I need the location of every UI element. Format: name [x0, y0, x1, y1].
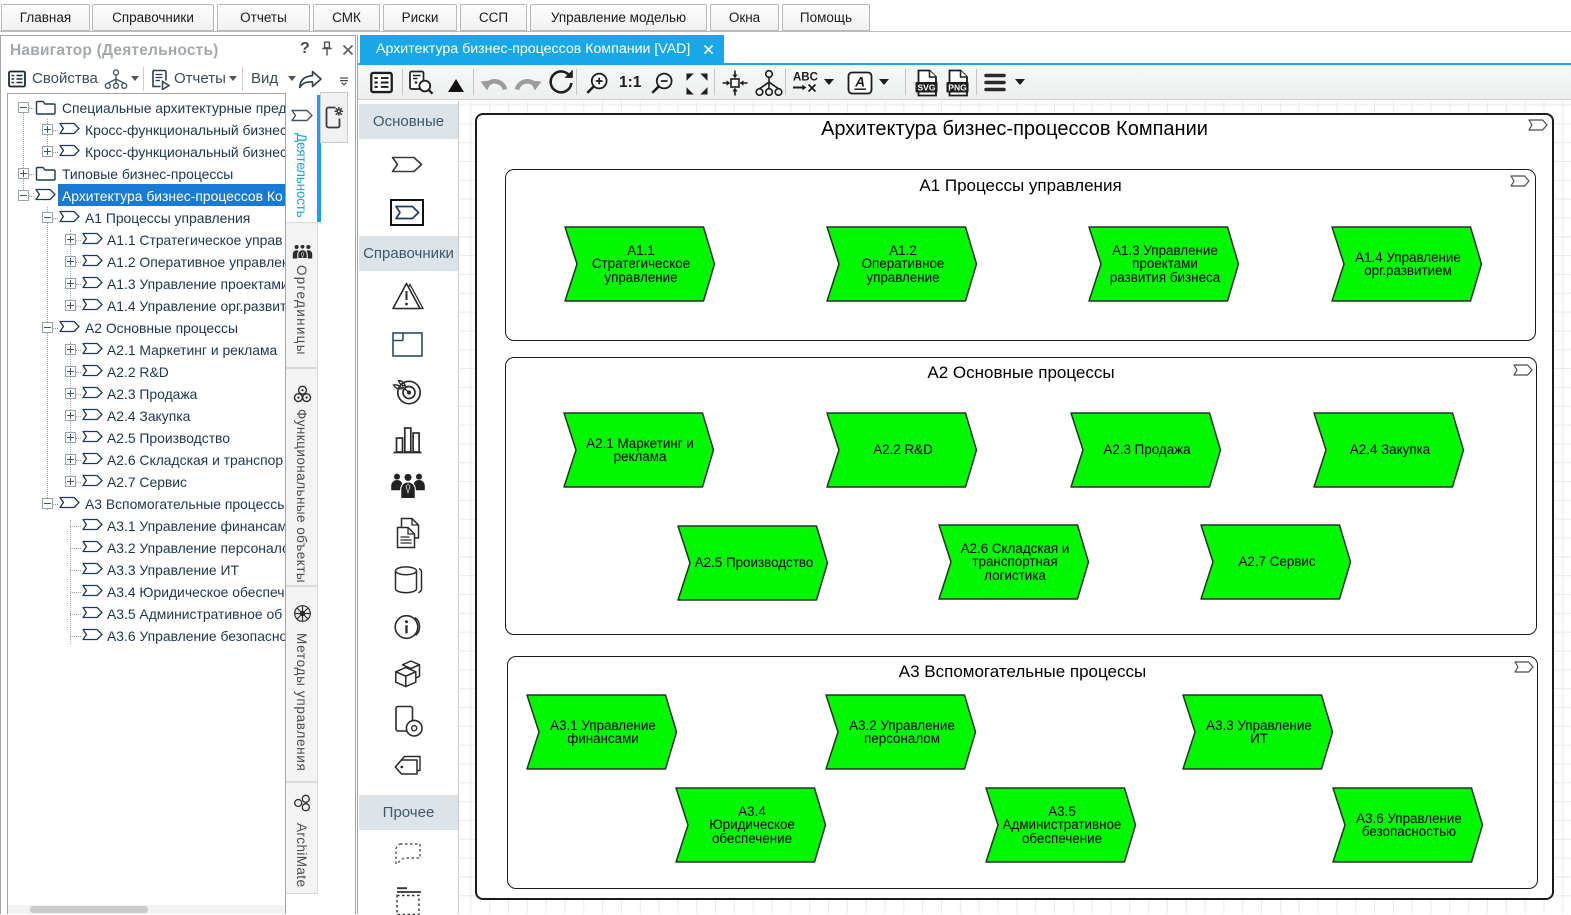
svg-text:SVG: SVG [918, 82, 936, 92]
svg-text:ABC: ABC [793, 72, 818, 84]
svg-text:PNG: PNG [948, 82, 967, 92]
svg-text:A: A [854, 75, 865, 90]
